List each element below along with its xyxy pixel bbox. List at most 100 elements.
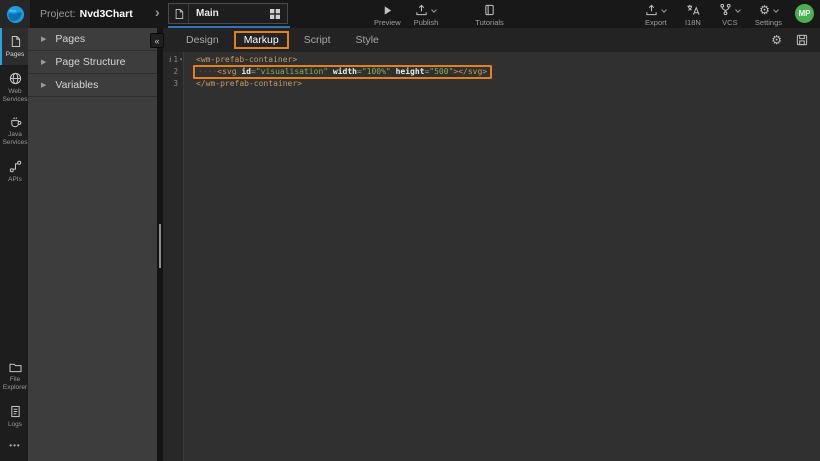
globe-icon — [9, 72, 22, 85]
project-name: Nvd3Chart — [80, 8, 133, 20]
code-token: height — [396, 67, 425, 77]
publish-icon — [415, 3, 436, 16]
explorer-panel: ▶ Pages ▶ Page Structure ▶ Variables — [28, 28, 157, 461]
header-toolbar-center: Preview Publish Tutorials — [374, 3, 504, 27]
toolbar-vcs-button[interactable]: VCS — [718, 3, 742, 27]
grid-icon[interactable] — [263, 9, 287, 19]
activity-bar-bottom: File Explorer Logs ••• — [0, 355, 28, 457]
chevron-down-icon — [432, 7, 438, 13]
toolbar-tutorials-button[interactable]: Tutorials — [475, 3, 503, 27]
book-icon — [484, 3, 495, 16]
sidebar-item-java-services[interactable]: Java Services — [0, 109, 28, 153]
export-icon — [645, 3, 666, 16]
sidebar-item-label: Logs — [8, 421, 22, 429]
project-label: Project: — [40, 8, 76, 20]
code-token: "visualisation" — [256, 67, 328, 77]
connector-icon — [9, 160, 22, 173]
code-token: ></svg> — [453, 67, 487, 77]
line-gutter: 2 — [163, 67, 184, 77]
coffee-icon — [9, 116, 22, 128]
sidebar-item-apis[interactable]: APIs — [0, 153, 28, 190]
line-gutter: 3 — [163, 79, 184, 89]
editor-actions: ⚙ — [771, 28, 808, 52]
gear-icon: ⚙ — [759, 3, 778, 16]
panel-section-label: Page Structure — [55, 56, 125, 68]
toolbar-settings-button[interactable]: ⚙ Settings — [755, 3, 782, 27]
code-lines: i1▾<wm-prefab-container> 2 ····<svg id="vi… — [163, 52, 820, 89]
sidebar-item-pages[interactable]: Pages — [0, 28, 28, 65]
code-text: <wm-prefab-container> — [184, 55, 297, 65]
page-file-icon — [169, 4, 189, 23]
toolbar-button-label: Publish — [414, 18, 439, 27]
toolbar-button-label: Preview — [374, 18, 401, 27]
toolbar-button-label: VCS — [722, 18, 737, 27]
section-expand-arrow-icon[interactable]: ▶ — [41, 58, 46, 66]
editor-tabs: Design Markup Script Style — [176, 31, 389, 49]
page-tab-main[interactable]: Main — [168, 3, 288, 24]
sidebar-item-label: Java Services — [2, 131, 28, 147]
project-breadcrumb: Project: Nvd3Chart — [40, 0, 133, 28]
sidebar-item-logs[interactable]: Logs — [0, 398, 28, 435]
code-line[interactable]: i1▾<wm-prefab-container> — [163, 55, 820, 65]
i18n-icon — [686, 3, 700, 16]
sidebar-item-web-services[interactable]: Web Services — [0, 65, 28, 110]
activity-bar-top: Pages Web Services Java Services APIs — [0, 28, 28, 190]
code-line[interactable]: 3 </wm-prefab-container> — [163, 79, 820, 89]
editor-tab-bar: Design Markup Script Style ⚙ — [163, 28, 820, 52]
code-token: "100%" — [362, 67, 391, 77]
tab-script[interactable]: Script — [294, 31, 341, 49]
code-token: ···· — [198, 67, 217, 77]
play-icon — [382, 3, 393, 16]
code-token: <wm-prefab-container> — [196, 55, 297, 64]
code-line[interactable]: 2 ····<svg id="visualisation" width="100%… — [163, 65, 820, 79]
toolbar-button-label: Settings — [755, 18, 782, 27]
code-token: </wm-prefab-container> — [196, 79, 302, 88]
section-expand-arrow-icon[interactable]: ▶ — [41, 35, 46, 43]
active-page-underline — [168, 26, 290, 28]
code-token: width — [333, 67, 357, 77]
toolbar-publish-button[interactable]: Publish — [414, 3, 439, 27]
toolbar-button-label: Tutorials — [475, 18, 503, 27]
editor-gutter — [163, 52, 184, 461]
wavemaker-ide: Project: Nvd3Chart › Main Preview Publish… — [0, 0, 820, 461]
code-token: <svg — [217, 67, 236, 77]
wavemaker-logo[interactable] — [0, 0, 30, 28]
wavemaker-logo-icon — [6, 5, 25, 24]
code-editor[interactable]: i1▾<wm-prefab-container> 2 ····<svg id="vi… — [163, 52, 820, 461]
chevron-down-icon — [736, 7, 742, 13]
chevron-down-icon — [773, 7, 779, 13]
panel-resize-handle[interactable] — [159, 224, 161, 268]
tab-design[interactable]: Design — [176, 31, 229, 49]
branch-icon — [719, 3, 740, 16]
line-number: 3 — [173, 79, 178, 89]
tab-markup[interactable]: Markup — [234, 31, 289, 49]
logs-icon — [10, 405, 21, 418]
panel-section-label: Variables — [55, 79, 98, 91]
save-button[interactable] — [796, 34, 808, 46]
page-tab-label: Main — [189, 8, 263, 19]
code-token: "500" — [429, 67, 453, 77]
tab-style[interactable]: Style — [346, 31, 389, 49]
panel-section-page-structure[interactable]: ▶ Page Structure — [28, 51, 157, 74]
editor-settings-button[interactable]: ⚙ — [771, 31, 782, 49]
panel-collapse-button[interactable]: « — [150, 33, 164, 48]
breadcrumb-chevron-icon: › — [155, 4, 160, 20]
toolbar-export-button[interactable]: Export — [644, 3, 668, 27]
toolbar-i18n-button[interactable]: I18N — [681, 3, 705, 27]
panel-section-label: Pages — [55, 33, 85, 45]
more-icon: ••• — [9, 441, 20, 451]
toolbar-button-label: I18N — [685, 18, 701, 27]
panel-section-pages[interactable]: ▶ Pages — [28, 28, 157, 51]
sidebar-item-label: Web Services — [2, 88, 28, 104]
sidebar-item-more[interactable]: ••• — [0, 434, 28, 457]
header-toolbar-right-wrap: Export I18N VCS ⚙ Settings MP — [644, 3, 814, 27]
toolbar-preview-button[interactable]: Preview — [374, 3, 401, 27]
code-text: ····<svg id="visualisation" width="100%"… — [193, 65, 492, 79]
section-expand-arrow-icon[interactable]: ▶ — [41, 81, 46, 89]
user-avatar[interactable]: MP — [795, 4, 814, 23]
editor-area: Design Markup Script Style ⚙ i1▾<wm-prefab-… — [163, 28, 820, 461]
chevron-down-icon — [662, 7, 668, 13]
panel-section-variables[interactable]: ▶ Variables — [28, 74, 157, 97]
sidebar-item-file-explorer[interactable]: File Explorer — [0, 355, 28, 398]
header-toolbar-right: Export I18N VCS ⚙ Settings — [644, 3, 782, 27]
